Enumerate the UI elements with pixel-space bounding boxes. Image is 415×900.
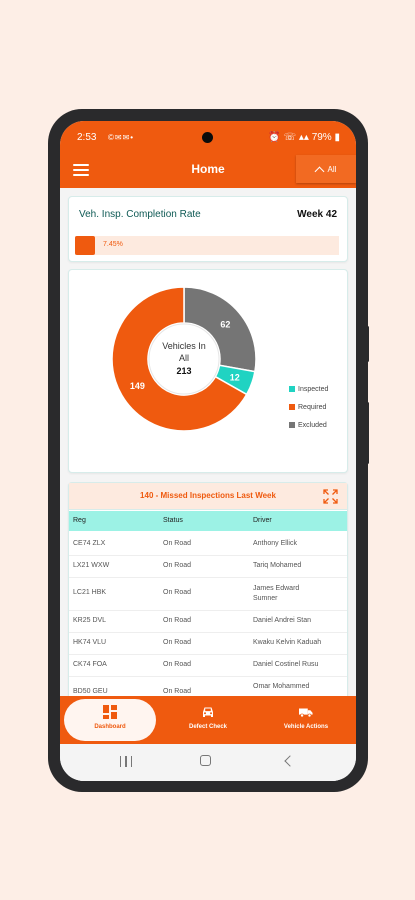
cell-status: On Road [163,617,192,624]
system-nav-bar [60,744,356,781]
missed-inspections-title: 140 - Missed Inspections Last Week [140,491,276,500]
cell-reg: HK74 VLU [73,639,107,646]
cell-reg: CE74 ZLX [73,540,106,547]
row-divider [69,610,347,611]
cell-reg: KR25 DVL [73,617,107,624]
cell-driver: Anthony Ellick [253,540,297,547]
battery-text: 79% [311,132,332,143]
battery-indicator: ⏰ ☏ ▴▴ 79% ▮ [268,132,340,143]
chart-legend: Inspected Required Excluded [289,380,328,434]
cell-reg: LC21 HBK [73,589,107,596]
row-divider [69,676,347,677]
week-label: Week 42 [297,209,337,220]
cell-reg: CK74 FOA [73,661,107,668]
filter-all-button[interactable]: All [296,155,356,183]
cell-status: On Road [163,540,192,547]
cell-driver: James Edward Sumner [253,585,300,602]
row-divider [69,654,347,655]
nav-dashboard-label: Dashboard [94,724,126,730]
vehicles-chart-card: Vehicles In All 213 62 12 149 [68,269,348,473]
cell-status: On Road [163,661,192,668]
cell-status: On Road [163,562,192,569]
donut-total: 213 [176,366,191,376]
bottom-nav: Dashboard Defect Check Vehicle Actions [60,696,356,744]
cell-driver: Daniel Andrei Stan [253,617,311,624]
completion-rate-title: Veh. Insp. Completion Rate [79,209,201,220]
donut-label-inspected: 12 [230,372,240,382]
cell-driver: Daniel Costinel Rusu [253,661,319,668]
cell-driver: Tariq Mohamed [253,562,302,569]
completion-rate-card: Veh. Insp. Completion Rate Week 42 7.45% [68,196,348,262]
filter-all-label: All [327,164,337,174]
back-icon[interactable] [284,755,296,767]
expand-icon[interactable] [323,489,338,504]
donut-label-required: 149 [130,381,145,391]
legend-label: Required [298,403,327,411]
legend-item-inspected: Inspected [289,380,328,398]
dashboard-icon [103,705,117,719]
completion-rate-value: 7.45% [103,241,123,248]
home-icon[interactable] [200,755,211,766]
vehicles-donut-chart: Vehicles In All 213 62 12 149 [111,286,257,432]
system-icons: ⏰ ☏ ▴▴ [268,132,309,143]
donut-center-line2: All [179,353,189,363]
column-header-reg: Reg [73,517,86,524]
legend-label: Excluded [298,421,327,429]
column-header-status: Status [163,517,183,524]
donut-center-line1: Vehicles In [162,341,206,351]
row-divider [69,577,347,578]
nav-vehicle-actions[interactable]: Vehicle Actions [262,696,350,744]
nav-defect-check[interactable]: Defect Check [164,696,252,744]
nav-vehicle-actions-label: Vehicle Actions [283,724,329,730]
car-icon [203,707,213,717]
nav-dashboard[interactable]: Dashboard [64,699,156,741]
screen: 2:53 ©✉✉• ⏰ ☏ ▴▴ 79% ▮ Home All Veh. Ins… [60,121,356,781]
legend-label: Inspected [298,385,329,393]
cell-driver: Omar Mohammed [253,683,310,690]
legend-swatch [289,404,295,410]
cell-reg: LX21 WXW [73,562,110,569]
cell-status: On Road [163,589,192,596]
column-header-driver: Driver [253,517,272,524]
completion-progress-fill [75,236,95,255]
cell-reg: BD50 GEU [73,688,108,695]
status-time: 2:53 [77,132,97,143]
status-bar: 2:53 ©✉✉• ⏰ ☏ ▴▴ 79% ▮ [60,121,356,155]
cell-status: On Road [163,639,192,646]
missed-inspections-header: 140 - Missed Inspections Last Week [69,483,347,510]
front-camera [202,132,213,143]
app-bar: Home All [60,155,356,188]
chevron-up-icon [314,166,324,176]
completion-progress-bar: 7.45% [75,236,339,255]
cell-status: On Road [163,688,192,695]
power-button [366,402,369,464]
row-divider [69,632,347,633]
row-divider [69,555,347,556]
legend-swatch [289,386,295,392]
legend-item-excluded: Excluded [289,416,328,434]
donut-label-excluded: 62 [220,319,230,329]
legend-item-required: Required [289,398,328,416]
table-header: Reg Status Driver [69,511,347,531]
recent-apps-icon[interactable] [120,756,132,767]
battery-icon: ▮ [334,132,340,143]
notification-icons: ©✉✉• [108,133,135,142]
volume-button [366,326,369,362]
nav-defect-check-label: Defect Check [188,724,227,730]
cell-driver: Kwaku Kelvin Kaduah [253,639,322,646]
truck-icon [299,708,313,718]
legend-swatch [289,422,295,428]
